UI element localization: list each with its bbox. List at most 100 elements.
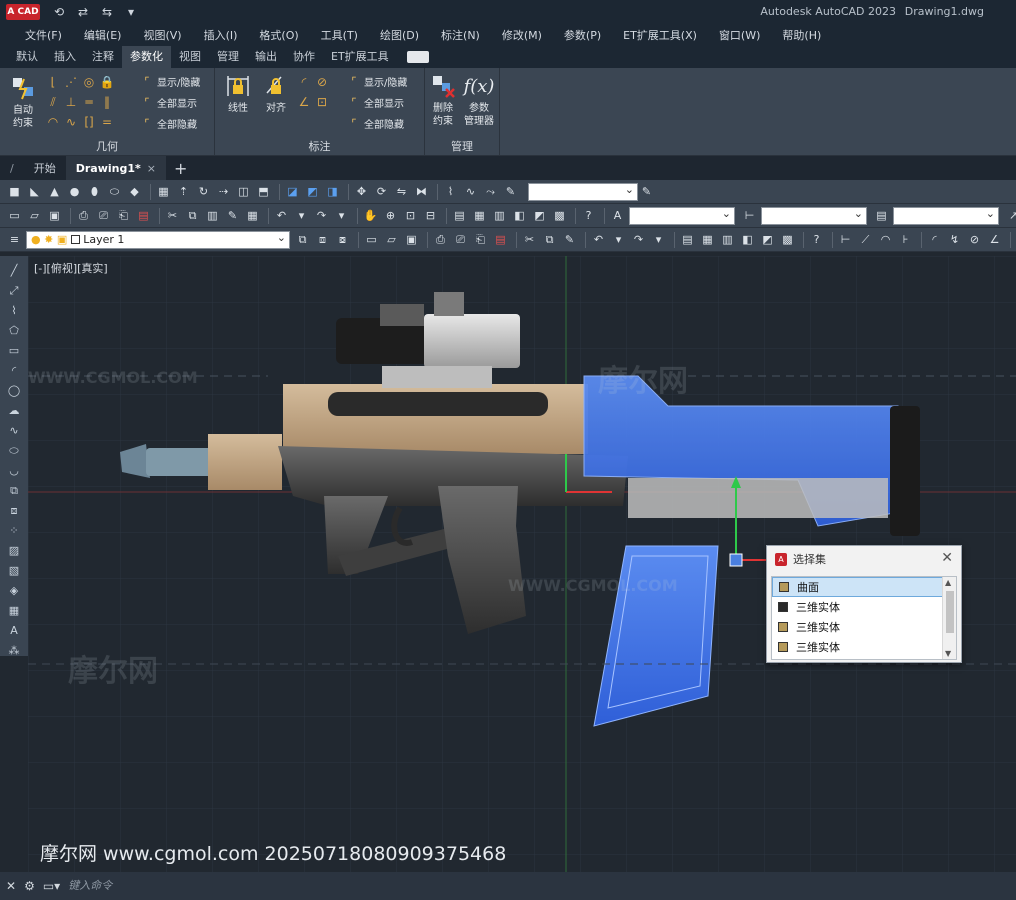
dim-radius-icon[interactable]: ◜ bbox=[926, 231, 943, 248]
menu-tools[interactable]: 工具(T) bbox=[310, 27, 369, 43]
sheet-set-icon[interactable]: ◧ bbox=[739, 231, 756, 248]
parallel-icon[interactable]: ⫽ bbox=[44, 92, 62, 112]
dim-style-icon[interactable]: ⊢ bbox=[741, 207, 758, 224]
unlock-icon[interactable]: ▣ bbox=[57, 233, 67, 246]
wrench-icon[interactable]: ⚙ bbox=[24, 879, 35, 893]
menu-dimension[interactable]: 标注(N) bbox=[430, 27, 491, 43]
torus-icon[interactable]: ⬭ bbox=[106, 183, 123, 200]
panel-title-geometry[interactable]: 几何 bbox=[0, 138, 214, 154]
text-style-combo[interactable] bbox=[629, 206, 735, 225]
dim-style-combo[interactable] bbox=[761, 206, 867, 225]
polygon-icon[interactable]: ⬠ bbox=[6, 322, 23, 339]
angular-icon[interactable]: ∠ bbox=[295, 92, 313, 112]
pdf-icon[interactable]: ▤ bbox=[492, 231, 509, 248]
selection-cycling-popup[interactable]: A 选择集 ✕ 曲面 三维实体 三维实体 三维实体 ▲ ▼ bbox=[766, 545, 962, 663]
list-item[interactable]: 三维实体 bbox=[772, 597, 956, 617]
multiline-text-icon[interactable]: A bbox=[6, 622, 23, 639]
menu-edit[interactable]: 编辑(E) bbox=[73, 27, 133, 43]
tool-palettes-icon[interactable]: ▥ bbox=[719, 231, 736, 248]
tab-drawing1[interactable]: Drawing1* × bbox=[65, 156, 166, 180]
cylinder-icon[interactable]: ⬮ bbox=[86, 183, 103, 200]
concentric-icon[interactable]: ◎ bbox=[80, 72, 98, 92]
gradient-icon[interactable]: ▧ bbox=[6, 562, 23, 579]
workspace-icon[interactable]: ⟲ bbox=[50, 4, 68, 20]
multileader-style-icon[interactable]: ↗ bbox=[1005, 207, 1016, 224]
spline-icon[interactable]: ∿ bbox=[6, 422, 23, 439]
tab-view[interactable]: 视图 bbox=[171, 46, 209, 68]
close-icon[interactable]: ✕ bbox=[941, 550, 953, 566]
save-icon[interactable]: ▣ bbox=[403, 231, 420, 248]
construction-line-icon[interactable]: ⤢ bbox=[6, 282, 23, 299]
paste-icon[interactable]: ▥ bbox=[204, 207, 221, 224]
menu-format[interactable]: 格式(O) bbox=[248, 27, 309, 43]
ribbon-options-toggle[interactable] bbox=[406, 51, 429, 63]
tab-et-tools[interactable]: ET扩展工具 bbox=[323, 46, 397, 68]
collinear-icon[interactable]: ⋰ bbox=[62, 72, 80, 92]
arc-icon[interactable]: ◜ bbox=[6, 362, 23, 379]
menu-toggle-icon[interactable]: / bbox=[0, 156, 24, 180]
menu-window[interactable]: 窗口(W) bbox=[708, 27, 771, 43]
chevron-down-icon[interactable]: ▾ bbox=[650, 231, 667, 248]
intersect-icon[interactable]: ◨ bbox=[324, 183, 341, 200]
cut-icon[interactable]: ✂ bbox=[164, 207, 181, 224]
menu-et-tools[interactable]: ET扩展工具(X) bbox=[612, 27, 708, 43]
layer-properties-icon[interactable]: ≡ bbox=[6, 231, 23, 248]
menu-parametric[interactable]: 参数(P) bbox=[553, 27, 612, 43]
diameter-icon[interactable]: ⊘ bbox=[313, 72, 331, 92]
linear-dimension-button[interactable]: 线性 bbox=[221, 72, 255, 115]
tab-parametric[interactable]: 参数化 bbox=[122, 46, 171, 68]
polyline-icon[interactable]: ⌇ bbox=[6, 302, 23, 319]
dim-ordinate-icon[interactable]: ⊦ bbox=[897, 231, 914, 248]
share-icon[interactable]: ⇆ bbox=[98, 4, 116, 20]
union-icon[interactable]: ◪ bbox=[284, 183, 301, 200]
rectangle-icon[interactable]: ▭ bbox=[6, 342, 23, 359]
publish-icon[interactable]: ⎗ bbox=[472, 231, 489, 248]
delete-constraints-button[interactable]: 删除 约束 bbox=[427, 72, 459, 128]
zoom-previous-icon[interactable]: ⊟ bbox=[422, 207, 439, 224]
parameters-manager-button[interactable]: f(x) 参数 管理器 bbox=[459, 72, 499, 128]
tab-annotate[interactable]: 注释 bbox=[84, 46, 122, 68]
design-center-icon[interactable]: ▦ bbox=[471, 207, 488, 224]
app-logo[interactable]: A CAD bbox=[6, 4, 40, 20]
point-icon[interactable]: ⁘ bbox=[6, 522, 23, 539]
tab-default[interactable]: 默认 bbox=[8, 46, 46, 68]
open-icon[interactable]: ▱ bbox=[26, 207, 43, 224]
zoom-window-icon[interactable]: ⊡ bbox=[402, 207, 419, 224]
box-icon[interactable]: ■ bbox=[6, 183, 23, 200]
revision-cloud-icon[interactable]: ☁ bbox=[6, 402, 23, 419]
new-tab-icon[interactable]: + bbox=[174, 159, 187, 178]
align-3d-icon[interactable]: ⇋ bbox=[393, 183, 410, 200]
cone-icon[interactable]: ▲ bbox=[46, 183, 63, 200]
view-combo[interactable] bbox=[528, 182, 638, 201]
symmetric-icon[interactable]: [] bbox=[80, 112, 98, 132]
new-icon[interactable]: ▭ bbox=[363, 231, 380, 248]
print-icon[interactable]: ⎙ bbox=[432, 231, 449, 248]
tool-palettes-icon[interactable]: ▥ bbox=[491, 207, 508, 224]
chevron-down-icon[interactable]: ▾ bbox=[122, 4, 140, 20]
panel-title-dimension[interactable]: 标注 bbox=[215, 138, 424, 154]
copy-icon[interactable]: ⧉ bbox=[184, 207, 201, 224]
zoom-realtime-icon[interactable]: ⊕ bbox=[382, 207, 399, 224]
sync-icon[interactable]: ⇄ bbox=[74, 4, 92, 20]
circle-icon[interactable]: ◯ bbox=[6, 382, 23, 399]
geo-hide-all-button[interactable]: ⌜ 全部隐藏 bbox=[140, 116, 197, 131]
perpendicular-icon[interactable]: ⊥ bbox=[62, 92, 80, 112]
list-item[interactable]: 三维实体 bbox=[772, 617, 956, 637]
ellipse-icon[interactable]: ⬭ bbox=[6, 442, 23, 459]
pen-icon[interactable]: ✎ bbox=[502, 183, 519, 200]
menu-insert[interactable]: 插入(I) bbox=[193, 27, 249, 43]
scrollbar[interactable]: ▲ ▼ bbox=[942, 577, 956, 659]
cut-icon[interactable]: ✂ bbox=[521, 231, 538, 248]
chevron-down-icon[interactable]: ▾ bbox=[610, 231, 627, 248]
scroll-down-icon[interactable]: ▼ bbox=[945, 649, 951, 658]
horizontal-icon[interactable]: ═ bbox=[80, 92, 98, 112]
table-style-combo[interactable] bbox=[893, 206, 999, 225]
help-icon[interactable]: ? bbox=[580, 207, 597, 224]
table-icon[interactable]: ▦ bbox=[6, 602, 23, 619]
subtract-icon[interactable]: ◩ bbox=[304, 183, 321, 200]
vertical-icon[interactable]: ‖ bbox=[98, 92, 116, 112]
dim-angular-icon[interactable]: ∠ bbox=[986, 231, 1003, 248]
dim-show-all-button[interactable]: ⌜ 全部显示 bbox=[347, 95, 404, 110]
dim-show-hide-button[interactable]: ⌜ 显示/隐藏 bbox=[347, 74, 407, 89]
list-item[interactable]: 曲面 bbox=[772, 577, 956, 597]
